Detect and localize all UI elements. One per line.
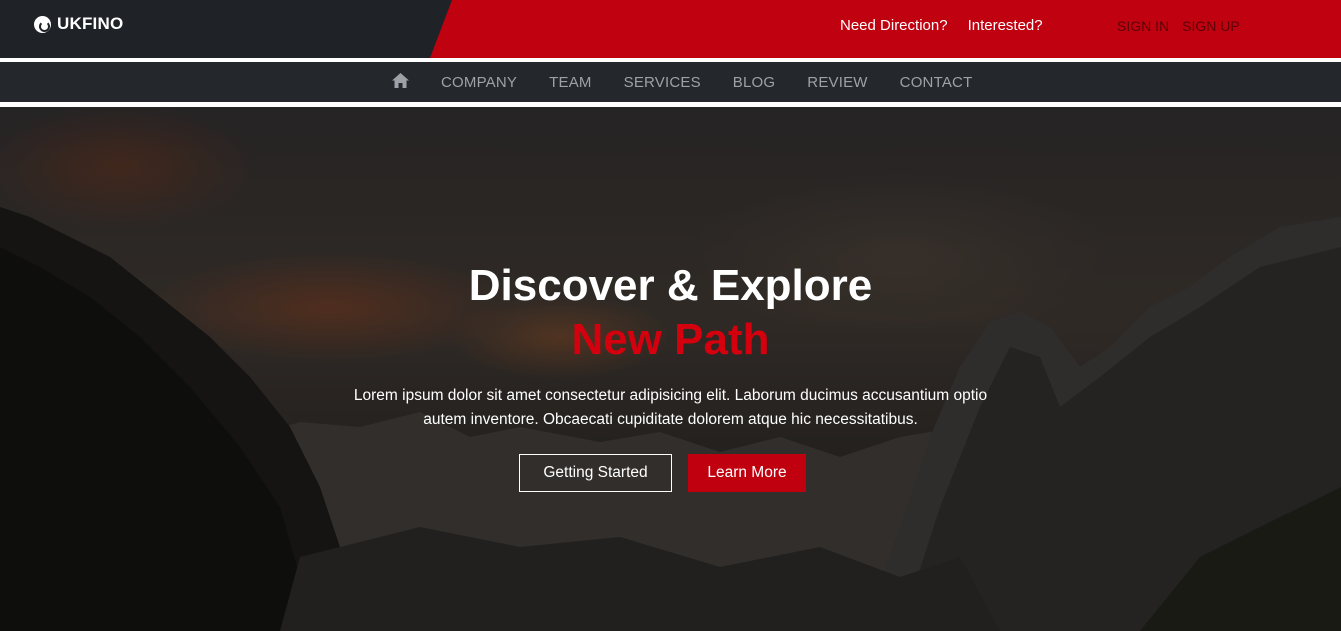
main-nav: COMPANY TEAM SERVICES BLOG REVIEW CONTAC… [0,62,1341,102]
getting-started-button[interactable]: Getting Started [519,454,672,492]
learn-more-button[interactable]: Learn More [688,454,806,492]
sign-up-link[interactable]: SIGN UP [1182,18,1240,34]
top-bar: UKFINO Need Direction? Interested? SIGN … [0,0,1341,58]
sign-in-link[interactable]: SIGN IN [1117,18,1169,34]
brand-logo[interactable]: UKFINO [34,14,123,34]
logo-icon [34,15,51,33]
top-links: Need Direction? Interested? [840,17,1043,34]
hero-subtitle: New Path [571,315,770,364]
hero-description: Lorem ipsum dolor sit amet consectetur a… [353,387,988,428]
nav-company[interactable]: COMPANY [441,74,517,91]
nav-blog[interactable]: BLOG [733,74,775,91]
nav-team[interactable]: TEAM [549,74,591,91]
nav-services[interactable]: SERVICES [624,74,701,91]
nav-contact[interactable]: CONTACT [900,74,973,91]
need-direction-link[interactable]: Need Direction? [840,17,948,34]
hero-section: Discover & Explore New Path Lorem ipsum … [0,107,1341,631]
interested-link[interactable]: Interested? [968,17,1043,34]
hero-title: Discover & Explore [468,261,873,310]
nav-review[interactable]: REVIEW [807,74,867,91]
home-icon [392,72,409,88]
brand-name: UKFINO [57,14,124,33]
hero-overlay [0,107,1341,631]
nav-home[interactable] [392,72,409,92]
auth-links: SIGN IN SIGN UP [1117,18,1240,34]
